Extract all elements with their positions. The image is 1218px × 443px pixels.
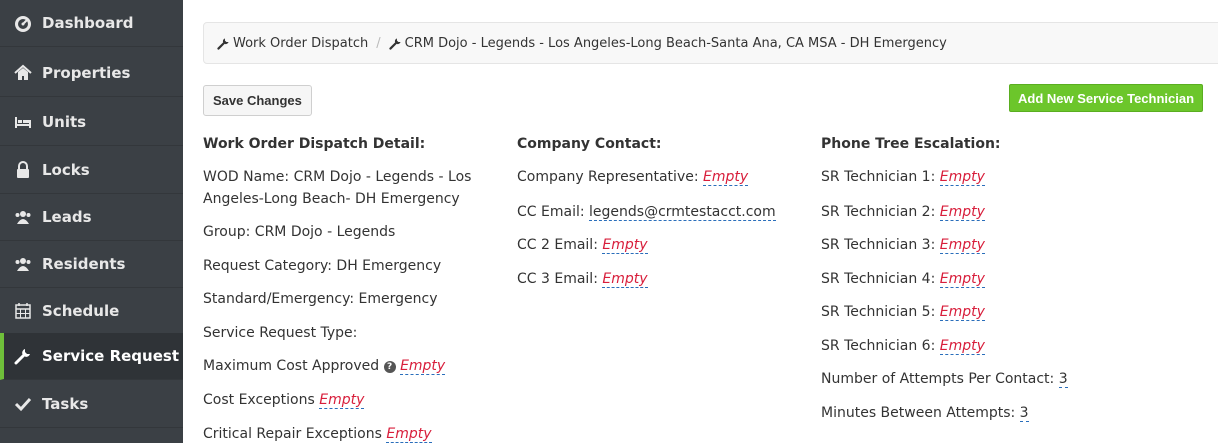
sr-technician-value[interactable]: Empty [939, 304, 985, 321]
bed-icon [14, 113, 32, 131]
sr-technician-row: SR Technician 3: Empty [821, 237, 985, 254]
sidebar-item-label: Service Request [42, 347, 179, 365]
sr-technician-value[interactable]: Empty [939, 204, 985, 221]
service-request-type-field: Service Request Type: [203, 325, 358, 341]
sidebar-item-label: Dashboard [42, 14, 134, 32]
cc2-email-row: CC 2 Email: Empty [517, 237, 648, 254]
cc3-email-label: CC 3 Email: [517, 271, 598, 287]
critical-repair-value[interactable]: Empty [386, 426, 432, 443]
sr-technician-value[interactable]: Empty [939, 169, 985, 186]
critical-repair-label: Critical Repair Exceptions [203, 426, 382, 442]
sr-technician-row: SR Technician 2: Empty [821, 204, 985, 221]
sidebar-item-tasks[interactable]: Tasks [0, 381, 183, 428]
company-rep-value[interactable]: Empty [703, 169, 749, 186]
section-heading: Work Order Dispatch Detail: [203, 136, 426, 152]
cost-exceptions-value[interactable]: Empty [319, 392, 365, 409]
max-cost-label: Maximum Cost Approved [203, 358, 380, 374]
section-heading: Company Contact: [517, 136, 662, 152]
cost-exceptions-row: Cost Exceptions Empty [203, 392, 365, 409]
sidebar-item-label: Properties [42, 64, 131, 82]
sidebar-item-residents[interactable]: Residents [0, 241, 183, 288]
dashboard-icon [14, 14, 32, 32]
save-changes-button[interactable]: Save Changes [203, 85, 312, 116]
minutes-label: Minutes Between Attempts: [821, 405, 1016, 421]
cc3-email-row: CC 3 Email: Empty [517, 271, 648, 288]
home-icon [14, 64, 32, 82]
sidebar-item-properties[interactable]: Properties [0, 50, 183, 97]
breadcrumb-current: CRM Dojo - Legends - Los Angeles-Long Be… [404, 35, 947, 51]
sidebar-item-leads[interactable]: Leads [0, 194, 183, 241]
add-service-technician-button[interactable]: Add New Service Technician [1009, 84, 1204, 112]
minutes-value[interactable]: 3 [1019, 405, 1029, 422]
cc3-email-value[interactable]: Empty [602, 271, 648, 288]
wod-name-line2: Angeles-Long Beach- DH Emergency [203, 191, 460, 207]
attempts-row: Number of Attempts Per Contact: 3 [821, 371, 1068, 388]
cc-email-row: CC Email: legends@crmtestacct.com [517, 204, 776, 221]
wod-name-line1: WOD Name: CRM Dojo - Legends - Los [203, 169, 472, 185]
sr-technician-value[interactable]: Empty [939, 338, 985, 355]
main-content: Work Order Dispatch / CRM Dojo - Legends… [183, 0, 1218, 443]
sidebar-item-label: Residents [42, 255, 126, 273]
check-icon [14, 395, 32, 413]
sr-technician-row: SR Technician 4: Empty [821, 271, 985, 288]
sr-technician-label: SR Technician 6: [821, 338, 936, 354]
cc-email-label: CC Email: [517, 204, 585, 220]
request-category-field: Request Category: DH Emergency [203, 258, 442, 274]
cc-email-value[interactable]: legends@crmtestacct.com [589, 204, 776, 221]
company-rep-label: Company Representative: [517, 169, 699, 185]
sr-technician-row: SR Technician 6: Empty [821, 338, 985, 355]
company-rep-row: Company Representative: Empty [517, 169, 749, 186]
standard-emergency-field: Standard/Emergency: Emergency [203, 291, 438, 307]
attempts-label: Number of Attempts Per Contact: [821, 371, 1055, 387]
sidebar-item-units[interactable]: Units [0, 99, 183, 146]
sidebar-item-label: Units [42, 113, 87, 131]
sr-technician-label: SR Technician 4: [821, 271, 936, 287]
dispatch-detail-section: Work Order Dispatch Detail: WOD Name: CR… [203, 136, 503, 443]
help-icon[interactable]: ? [383, 361, 396, 373]
sidebar-item-dashboard[interactable]: Dashboard [0, 0, 183, 47]
calendar-icon [14, 302, 32, 320]
sr-technician-value[interactable]: Empty [939, 237, 985, 254]
sr-technician-label: SR Technician 5: [821, 304, 936, 320]
sidebar-item-service-request[interactable]: Service Request [0, 333, 183, 380]
sidebar-item-label: Locks [42, 161, 90, 179]
breadcrumb-link-work-order-dispatch[interactable]: Work Order Dispatch [233, 36, 368, 51]
sr-technician-label: SR Technician 1: [821, 169, 936, 185]
breadcrumb: Work Order Dispatch / CRM Dojo - Legends… [203, 22, 1218, 64]
sidebar: Dashboard Properties Units Locks Leads R… [0, 0, 183, 443]
lock-icon [14, 161, 32, 179]
company-contact-section: Company Contact: Company Representative:… [517, 136, 807, 288]
group-field: Group: CRM Dojo - Legends [203, 224, 396, 240]
users-icon [14, 255, 32, 273]
cost-exceptions-label: Cost Exceptions [203, 392, 315, 408]
critical-repair-row: Critical Repair Exceptions Empty [203, 426, 432, 443]
wrench-icon [14, 347, 32, 365]
sr-technician-label: SR Technician 2: [821, 204, 936, 220]
sidebar-item-locks[interactable]: Locks [0, 147, 183, 194]
sr-technician-row: SR Technician 5: Empty [821, 304, 985, 321]
sr-technician-label: SR Technician 3: [821, 237, 936, 253]
max-cost-value[interactable]: Empty [400, 358, 446, 375]
sidebar-item-label: Schedule [42, 302, 120, 320]
attempts-value[interactable]: 3 [1058, 371, 1068, 388]
sidebar-item-label: Tasks [42, 395, 89, 413]
cc2-email-label: CC 2 Email: [517, 237, 598, 253]
breadcrumb-separator: / [376, 35, 381, 51]
wrench-icon [388, 37, 402, 50]
sidebar-item-schedule[interactable]: Schedule [0, 288, 183, 335]
max-cost-row: Maximum Cost Approved ? Empty [203, 358, 446, 375]
users-icon [14, 208, 32, 226]
minutes-row: Minutes Between Attempts: 3 [821, 405, 1029, 422]
section-heading: Phone Tree Escalation: [821, 136, 1001, 152]
wrench-icon [217, 37, 230, 50]
sr-technician-value[interactable]: Empty [939, 271, 985, 288]
sidebar-item-label: Leads [42, 208, 92, 226]
sr-technician-row: SR Technician 1: Empty [821, 169, 985, 186]
phone-tree-section: Phone Tree Escalation: SR Technician 1: … [821, 136, 1121, 422]
cc2-email-value[interactable]: Empty [602, 237, 648, 254]
